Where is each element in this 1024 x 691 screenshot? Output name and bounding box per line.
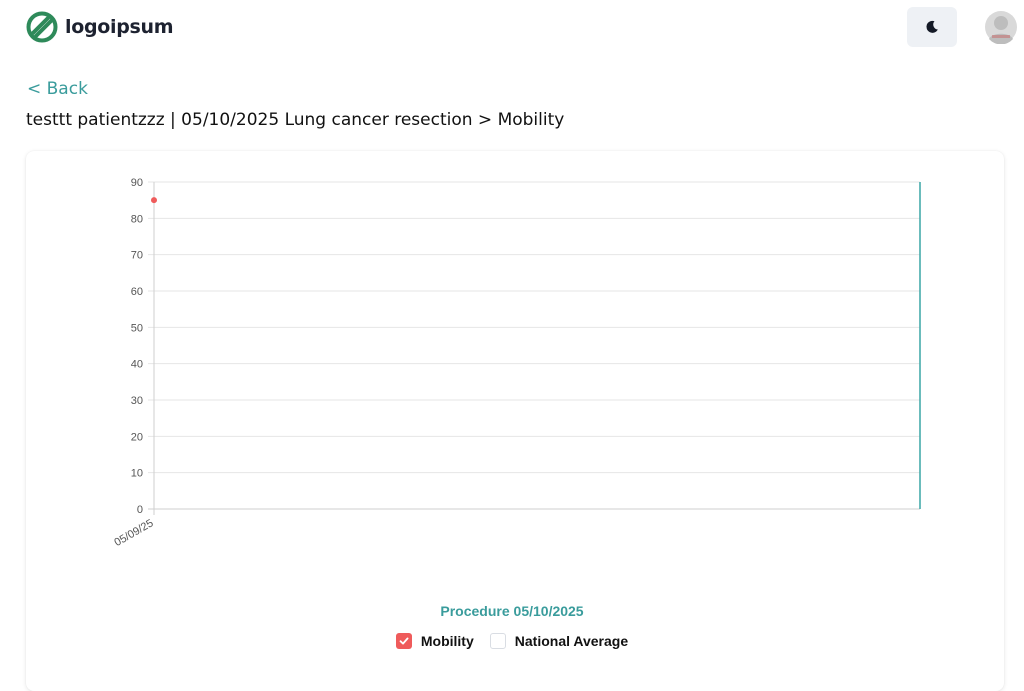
y-tick-label: 80 <box>131 213 143 225</box>
y-tick-label: 0 <box>137 504 143 516</box>
legend-label-national-average: National Average <box>514 633 629 649</box>
legend-item-national-average[interactable]: National Average <box>489 633 629 649</box>
mobility-chart: 0 10 20 30 40 50 60 70 80 90 05/09/25 <box>112 177 921 549</box>
procedure-marker-label: Procedure 05/10/2025 <box>440 603 584 619</box>
data-point-mobility <box>151 197 157 204</box>
y-tick-label: 50 <box>131 322 143 334</box>
y-tick-label: 70 <box>131 250 143 262</box>
y-tick-label: 90 <box>131 177 143 189</box>
legend-item-mobility[interactable]: Mobility <box>395 633 474 649</box>
y-tick-label: 10 <box>131 468 143 480</box>
chart-legend: Mobility National Average <box>0 633 1024 649</box>
checkbox-unchecked-icon[interactable] <box>489 633 506 649</box>
checkbox-checked-icon[interactable] <box>395 633 412 649</box>
y-tick-label: 30 <box>131 395 143 407</box>
legend-label-mobility: Mobility <box>420 633 474 649</box>
x-tick-label: 05/09/25 <box>112 517 155 549</box>
y-tick-label: 60 <box>131 286 143 298</box>
y-tick-label: 20 <box>131 431 143 443</box>
y-tick-label: 40 <box>131 359 143 371</box>
